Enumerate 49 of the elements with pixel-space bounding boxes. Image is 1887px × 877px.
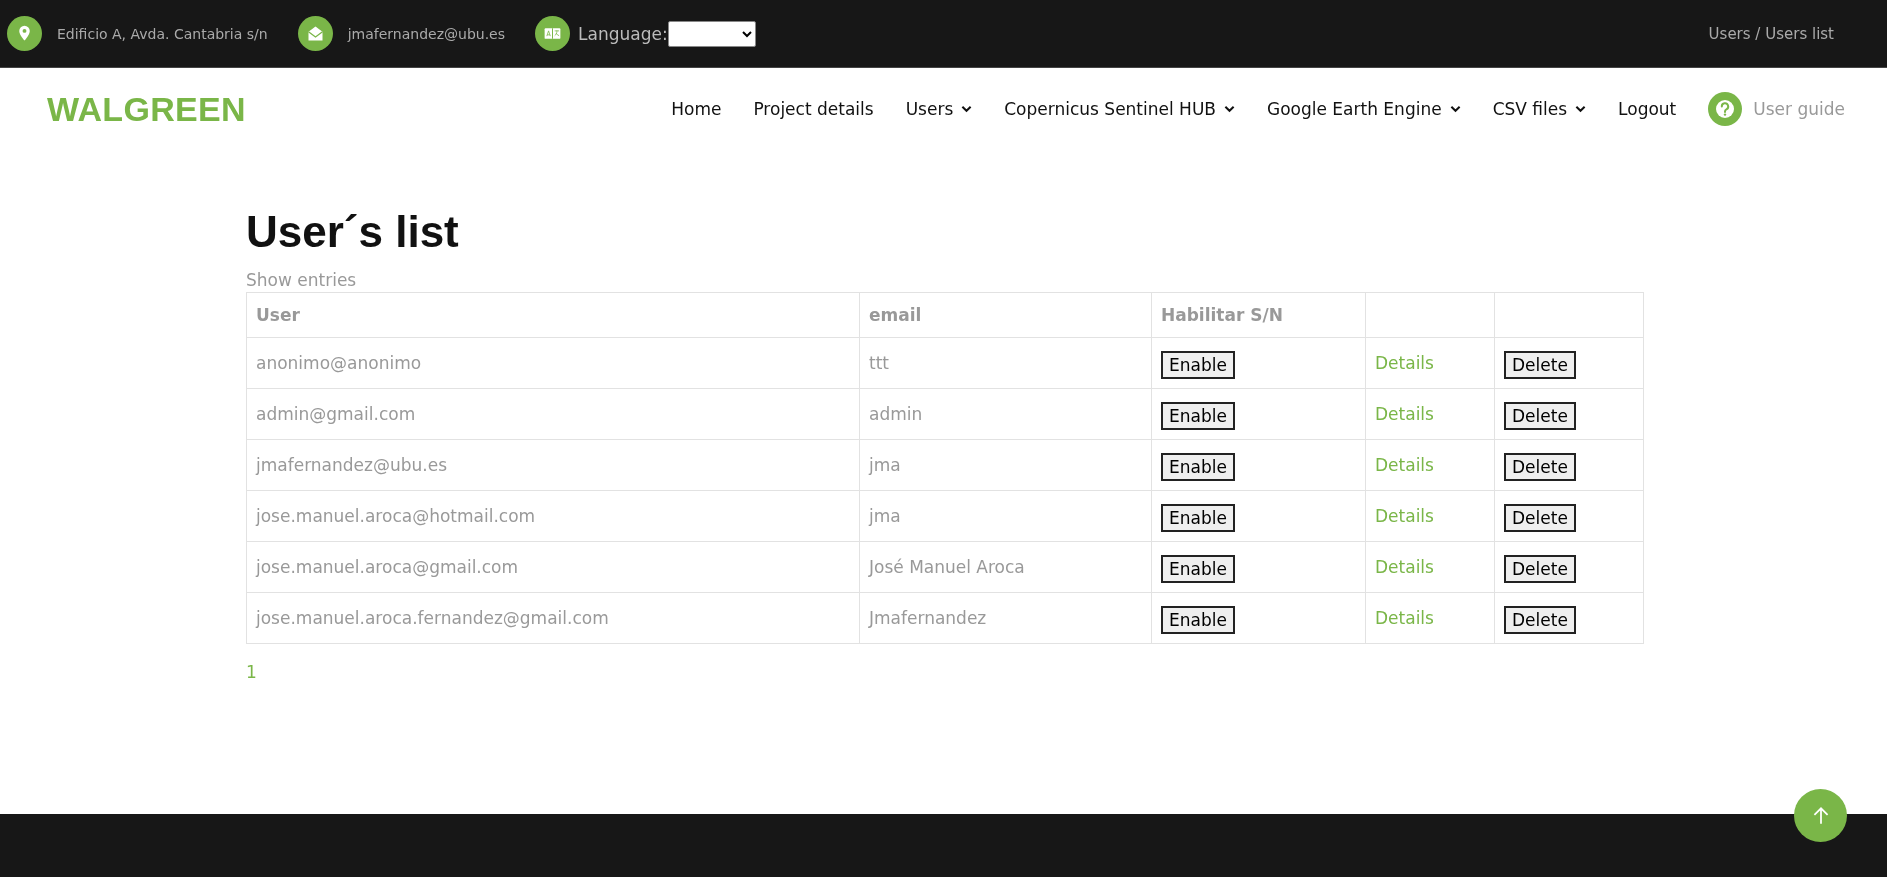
chevron-down-icon <box>1575 105 1587 113</box>
language-label: Language: <box>578 23 668 44</box>
translate-icon <box>535 16 570 51</box>
table-cell: jmafernandez@ubu.es <box>246 439 860 491</box>
enable-button[interactable]: Enable <box>1161 402 1235 431</box>
delete-button[interactable]: Delete <box>1504 555 1576 584</box>
help-icon <box>1708 92 1743 126</box>
table-cell: Jmafernandez <box>859 592 1152 644</box>
nav-link[interactable]: CSV files <box>1492 99 1587 119</box>
chevron-down-icon <box>1449 105 1461 113</box>
nav-link[interactable]: Copernicus Sentinel HUB <box>1004 99 1235 119</box>
column-header: email <box>859 292 1152 338</box>
delete-button[interactable]: Delete <box>1504 453 1576 482</box>
enable-button[interactable]: Enable <box>1161 555 1235 584</box>
delete-button[interactable]: Delete <box>1504 504 1576 533</box>
delete-button[interactable]: Delete <box>1504 606 1576 635</box>
language-select[interactable] <box>667 20 756 47</box>
table-cell: admin <box>859 388 1152 440</box>
location-pin-icon <box>7 16 42 51</box>
table-cell: José Manuel Aroca <box>859 541 1152 593</box>
delete-button[interactable]: Delete <box>1504 351 1576 380</box>
email-text: jmafernandez@ubu.es <box>347 25 505 42</box>
envelope-icon <box>297 16 333 51</box>
chevron-down-icon <box>1224 105 1235 113</box>
nav-link[interactable]: Google Earth Engine <box>1267 99 1461 119</box>
table-cell: admin@gmail.com <box>246 388 860 440</box>
nav-link[interactable]: Logout <box>1618 99 1677 119</box>
enable-button[interactable]: Enable <box>1161 504 1235 533</box>
column-header: Habilitar S/N <box>1151 292 1366 338</box>
column-header: User <box>246 292 860 338</box>
nav-link[interactable]: Home <box>671 99 722 119</box>
table-cell: jose.manuel.aroca@gmail.com <box>246 541 860 593</box>
enable-button[interactable]: Enable <box>1161 351 1235 380</box>
table-cell: jma <box>859 439 1152 491</box>
table-cell: anonimo@anonimo <box>246 337 860 389</box>
delete-button[interactable]: Delete <box>1504 402 1576 431</box>
table-cell: jose.manuel.aroca.fernandez@gmail.com <box>246 592 860 644</box>
table-cell: ttt <box>859 337 1152 389</box>
enable-button[interactable]: Enable <box>1161 453 1235 482</box>
breadcrumb: Users / Users list <box>1708 24 1834 43</box>
show-entries-label: Show entries <box>246 270 358 291</box>
table-cell: jose.manuel.aroca@hotmail.com <box>246 490 860 542</box>
nav-link[interactable]: Project details <box>753 99 874 119</box>
nav-link[interactable]: Users <box>905 99 973 119</box>
page-title: User´s list <box>246 208 460 257</box>
chevron-down-icon <box>961 105 973 113</box>
address-text: Edificio A, Avda. Cantabria s/n <box>57 25 268 42</box>
enable-button[interactable]: Enable <box>1161 606 1235 635</box>
table-cell: jma <box>859 490 1152 542</box>
